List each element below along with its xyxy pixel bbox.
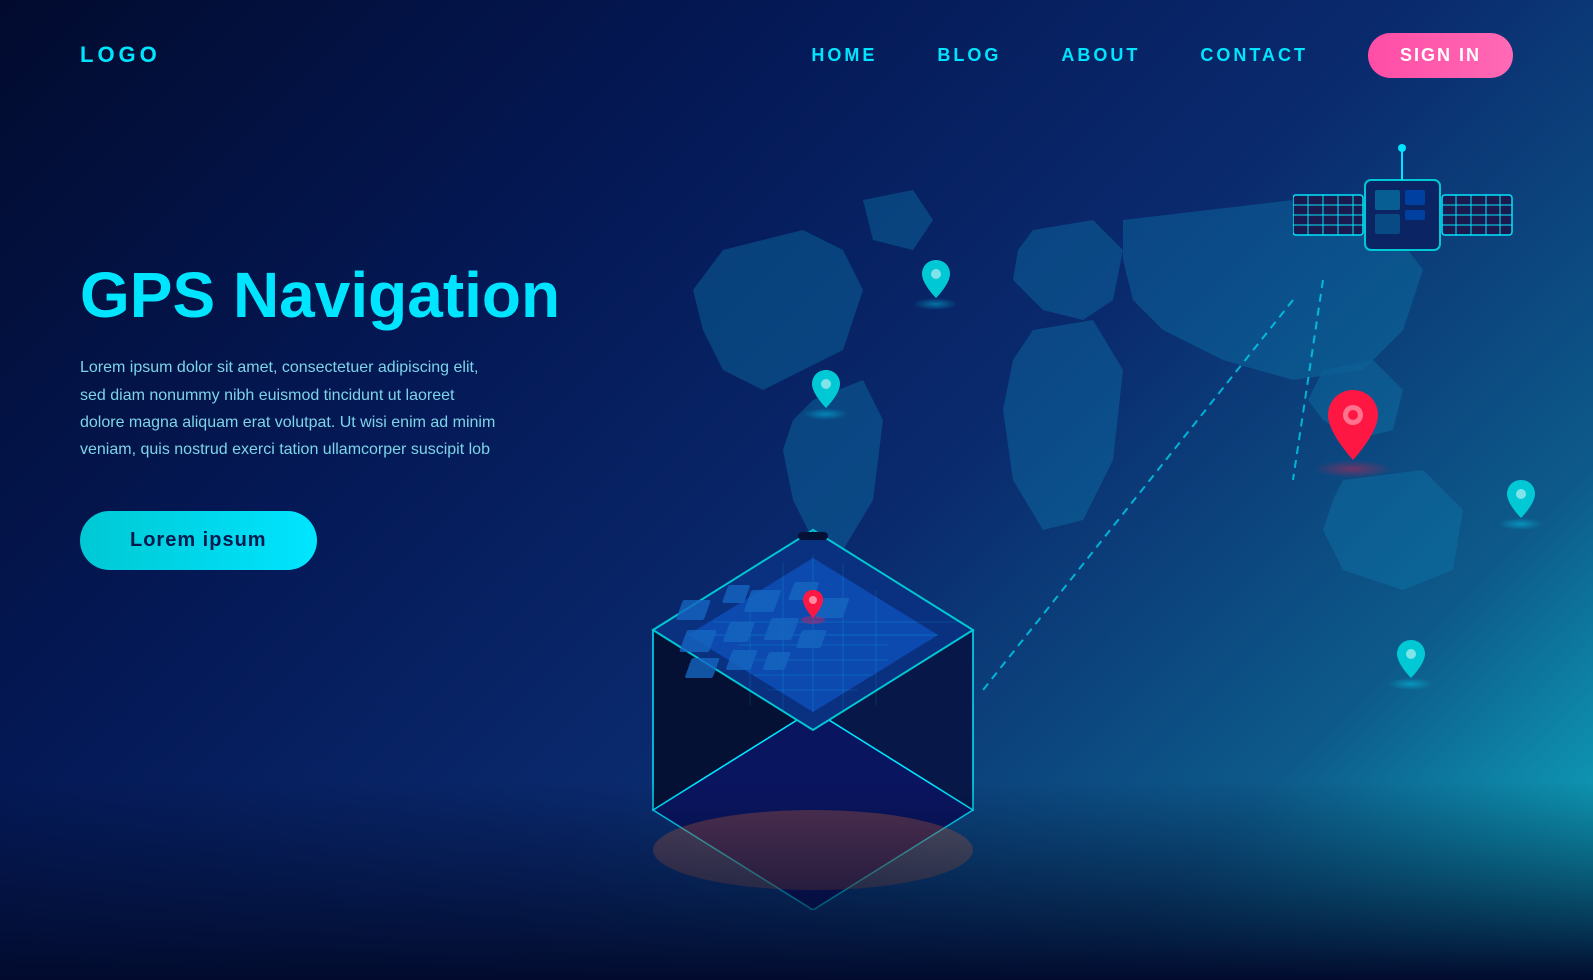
- gps-pin-europe: [1313, 390, 1393, 478]
- hero-title: GPS Navigation: [80, 260, 580, 330]
- signin-button[interactable]: SIGN IN: [1368, 33, 1513, 78]
- gps-pin-southeast: [1388, 640, 1433, 690]
- nav-about[interactable]: ABOUT: [1061, 45, 1140, 66]
- satellite-icon: [1293, 140, 1513, 320]
- gps-pin-west: [803, 370, 848, 420]
- nav-contact[interactable]: CONTACT: [1200, 45, 1308, 66]
- bottom-overlay: [0, 780, 1593, 980]
- gps-pin-east: [1498, 480, 1543, 530]
- navbar: LOGO HOME BLOG ABOUT CONTACT SIGN IN: [0, 0, 1593, 110]
- nav-logo[interactable]: LOGO: [80, 42, 161, 68]
- nav-links: HOME BLOG ABOUT CONTACT SIGN IN: [811, 33, 1513, 78]
- gps-pin-north: [913, 260, 958, 310]
- hero-description: Lorem ipsum dolor sit amet, consectetuer…: [80, 354, 500, 463]
- nav-blog[interactable]: BLOG: [937, 45, 1001, 66]
- nav-home[interactable]: HOME: [811, 45, 877, 66]
- hero-section: GPS Navigation Lorem ipsum dolor sit ame…: [80, 260, 580, 570]
- cta-button[interactable]: Lorem ipsum: [80, 511, 317, 570]
